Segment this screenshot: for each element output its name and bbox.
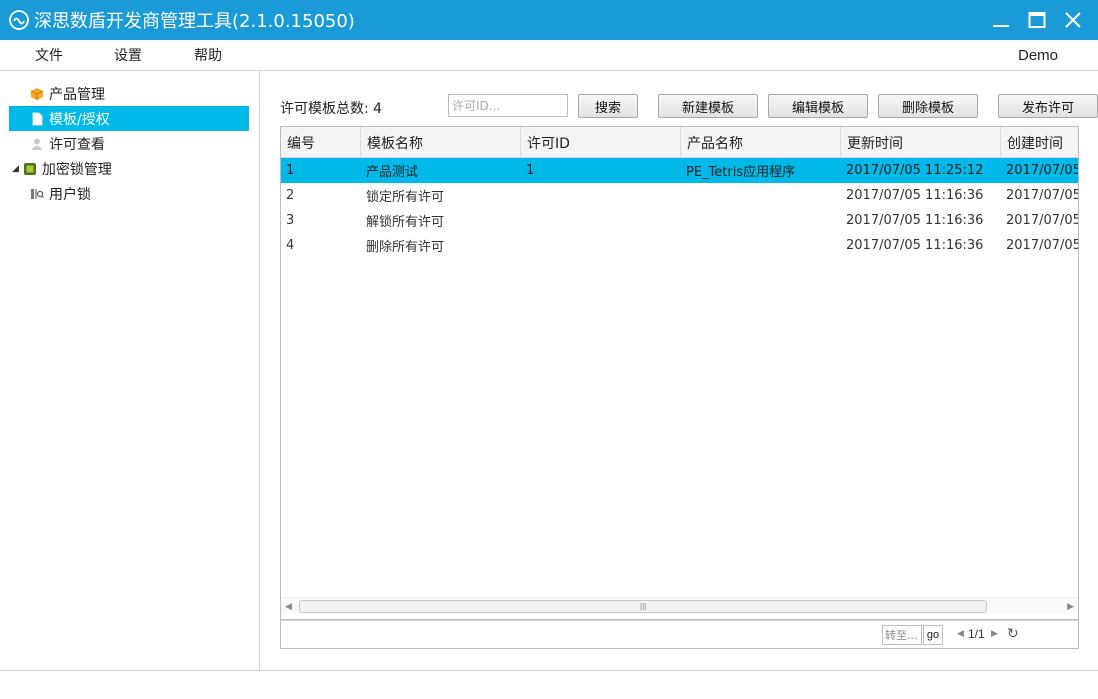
go-button[interactable]: go	[923, 625, 943, 645]
cell-updated-time: 2017/07/05 11:16:36	[846, 213, 984, 228]
sidebar-tree: 产品管理 模板/授权 许可查看 ◢ 加密锁管理 用户锁	[0, 71, 260, 670]
horizontal-scrollbar[interactable]: ◀ ||| ▶	[281, 597, 1078, 614]
cell-created-time: 2017/07/05	[1006, 238, 1079, 253]
cell-product-name	[681, 183, 841, 208]
cell-license-id	[521, 183, 681, 208]
scroll-left-arrow-icon[interactable]: ◀	[285, 601, 292, 612]
cell-template-name: 解锁所有许可	[366, 215, 445, 230]
sidebar-item-label: 产品管理	[49, 86, 105, 103]
close-icon	[1065, 12, 1081, 28]
cell-product-name: PE_Tetris应用程序	[686, 165, 796, 180]
column-header-product-name[interactable]: 产品名称	[681, 127, 841, 158]
page-indicator: 1/1	[968, 627, 985, 641]
cell-license-id: 1	[526, 163, 535, 178]
table-body: 1 产品测试 1 PE_Tetris应用程序 2017/07/05 11:25:…	[281, 158, 1079, 258]
cell-created-time: 2017/07/05	[1006, 213, 1079, 228]
menu-bar: 文件 设置 帮助 Demo	[0, 40, 1098, 71]
main-panel: 许可模板总数: 4 搜索 新建模板 编辑模板 删除模板 发布许可 编号 模板名称…	[261, 71, 1098, 670]
app-logo-icon	[9, 10, 29, 30]
scroll-right-arrow-icon[interactable]: ▶	[1067, 601, 1074, 612]
column-header-created-time[interactable]: 创建时间	[1001, 127, 1078, 158]
sidebar-item-label: 许可查看	[49, 136, 105, 153]
cell-license-id	[521, 233, 681, 258]
minimize-button[interactable]	[988, 7, 1014, 33]
goto-page-input[interactable]	[882, 625, 922, 645]
new-template-button[interactable]: 新建模板	[658, 94, 758, 118]
cell-product-name	[681, 208, 841, 233]
column-header-template-name[interactable]: 模板名称	[361, 127, 521, 158]
menu-file[interactable]: 文件	[35, 45, 63, 65]
window-title: 深思数盾开发商管理工具(2.1.0.15050)	[34, 11, 355, 32]
chip-icon	[23, 162, 37, 176]
status-bar	[0, 670, 1098, 699]
table-row[interactable]: 4 删除所有许可 2017/07/05 11:16:36 2017/07/05	[281, 233, 1079, 258]
sidebar-item-user-lock[interactable]: 用户锁	[0, 181, 259, 206]
column-header-license-id[interactable]: 许可ID	[521, 127, 681, 158]
previous-page-icon[interactable]: ◀	[957, 628, 964, 639]
maximize-icon	[1028, 12, 1046, 28]
table-row[interactable]: 1 产品测试 1 PE_Tetris应用程序 2017/07/05 11:25:…	[281, 158, 1079, 183]
title-bar: 深思数盾开发商管理工具(2.1.0.15050)	[0, 0, 1098, 40]
template-table: 编号 模板名称 许可ID 产品名称 更新时间 创建时间 1 产品测试 1 PE_…	[280, 126, 1079, 620]
sidebar-item-template-license[interactable]: 模板/授权	[9, 106, 249, 131]
close-button[interactable]	[1060, 7, 1086, 33]
cell-template-name: 锁定所有许可	[366, 190, 445, 205]
sidebar-item-label: 用户锁	[49, 186, 91, 203]
expanded-arrow-icon[interactable]: ◢	[12, 164, 19, 174]
refresh-icon[interactable]: ↻	[1007, 625, 1019, 642]
table-row[interactable]: 3 解锁所有许可 2017/07/05 11:16:36 2017/07/05	[281, 208, 1079, 233]
cell-number: 1	[286, 163, 295, 178]
window-controls	[988, 0, 1086, 40]
grip-icon: |||	[640, 602, 647, 611]
search-button[interactable]: 搜索	[578, 94, 638, 118]
sidebar-item-label: 模板/授权	[49, 111, 110, 128]
pagination-bar: go ◀ 1/1 ▶ ↻	[280, 620, 1079, 649]
minimize-icon	[993, 25, 1009, 27]
toolbar: 许可模板总数: 4 搜索 新建模板 编辑模板 删除模板 发布许可	[280, 94, 1098, 118]
cell-created-time: 2017/07/05	[1006, 163, 1079, 178]
cell-updated-time: 2017/07/05 11:25:12	[846, 163, 984, 178]
usb-lock-icon	[30, 187, 44, 201]
table-header: 编号 模板名称 许可ID 产品名称 更新时间 创建时间	[281, 127, 1078, 158]
cell-number: 3	[286, 213, 295, 228]
column-header-updated-time[interactable]: 更新时间	[841, 127, 1001, 158]
cell-product-name	[681, 233, 841, 258]
document-icon	[30, 112, 44, 126]
cell-number: 4	[286, 238, 295, 253]
user-name[interactable]: Demo	[1018, 47, 1058, 64]
sidebar-item-dongle-management[interactable]: ◢ 加密锁管理	[0, 156, 259, 181]
cell-template-name: 产品测试	[366, 165, 419, 180]
user-icon	[30, 137, 44, 151]
maximize-button[interactable]	[1024, 7, 1050, 33]
cell-updated-time: 2017/07/05 11:16:36	[846, 238, 984, 253]
menu-help[interactable]: 帮助	[194, 45, 222, 65]
scrollbar-thumb[interactable]: |||	[299, 600, 987, 613]
edit-template-button[interactable]: 编辑模板	[768, 94, 868, 118]
delete-template-button[interactable]: 删除模板	[878, 94, 978, 118]
template-count-label: 许可模板总数: 4	[280, 101, 383, 117]
next-page-icon[interactable]: ▶	[991, 628, 998, 639]
sidebar-item-label: 加密锁管理	[41, 161, 112, 178]
menu-settings[interactable]: 设置	[114, 45, 142, 65]
cell-updated-time: 2017/07/05 11:16:36	[846, 188, 984, 203]
sidebar-item-product-management[interactable]: 产品管理	[0, 81, 259, 106]
sidebar-item-license-view[interactable]: 许可查看	[0, 131, 259, 156]
cell-number: 2	[286, 188, 295, 203]
column-header-number[interactable]: 编号	[281, 127, 361, 158]
publish-license-button[interactable]: 发布许可	[998, 94, 1098, 118]
license-id-search-input[interactable]	[448, 94, 568, 117]
cell-license-id	[521, 208, 681, 233]
cell-template-name: 删除所有许可	[366, 240, 445, 255]
box-icon	[30, 87, 44, 101]
table-row[interactable]: 2 锁定所有许可 2017/07/05 11:16:36 2017/07/05	[281, 183, 1079, 208]
cell-created-time: 2017/07/05	[1006, 188, 1079, 203]
